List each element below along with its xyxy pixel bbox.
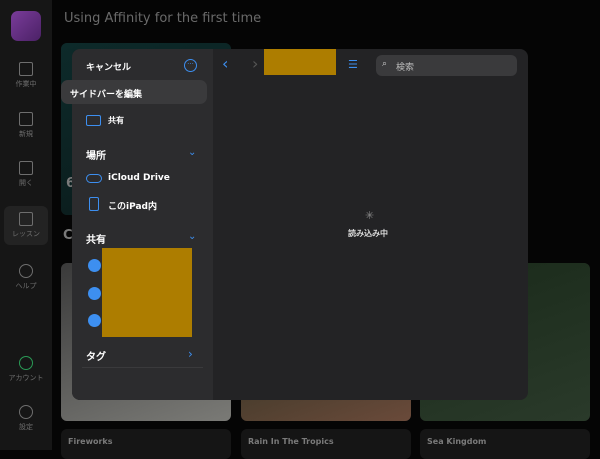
card-fireworks[interactable]: Fireworks (61, 429, 231, 459)
sidebar-item-shared[interactable]: 共有 (108, 115, 124, 126)
tags-header[interactable]: タグ (86, 348, 106, 363)
nav-help[interactable]: ヘルプ (0, 264, 52, 291)
new-document-icon (19, 112, 33, 126)
divider (82, 367, 203, 368)
app-sidebar: 作業中 新規 開く レッスン ヘルプ アカウント 設定 (0, 0, 52, 450)
page-title: Using Affinity for the first time (64, 11, 262, 26)
card-sea[interactable]: Sea Kingdom (420, 429, 590, 459)
nav-lessons[interactable]: レッスン (4, 206, 48, 245)
card-title: Sea Kingdom (427, 437, 487, 446)
chevron-right-icon[interactable]: › (188, 347, 193, 361)
book-icon (19, 212, 33, 226)
nav-label: アカウント (8, 374, 44, 382)
back-button[interactable]: ‹ (222, 54, 228, 73)
nav-label: 新規 (19, 130, 33, 138)
chevron-down-icon[interactable]: ⌄ (188, 231, 196, 242)
account-icon (19, 356, 33, 370)
redacted-shared-items (102, 248, 192, 337)
sidebar-item-icloud[interactable]: iCloud Drive (108, 173, 170, 183)
ipad-icon (89, 197, 99, 211)
nav-settings[interactable]: 設定 (0, 405, 52, 432)
folder-icon (19, 161, 33, 175)
nav-label: 作業中 (15, 80, 37, 88)
search-placeholder: 検索 (396, 63, 415, 73)
globe-icon (88, 259, 101, 272)
more-icon[interactable]: ··· (184, 59, 197, 72)
nav-label: レッスン (12, 230, 40, 238)
sidebar-item-ipad[interactable]: このiPad内 (108, 199, 157, 212)
globe-icon (88, 287, 101, 300)
shared-header[interactable]: 共有 (86, 231, 106, 246)
locations-header[interactable]: 場所 (86, 147, 106, 162)
nav-label: ヘルプ (15, 282, 37, 290)
help-icon (19, 264, 33, 278)
icloud-icon (86, 174, 102, 183)
forward-button[interactable]: › (252, 54, 258, 73)
chevron-down-icon[interactable]: ⌄ (188, 147, 196, 158)
document-edit-icon (19, 62, 33, 76)
gear-icon (19, 405, 33, 419)
list-view-icon[interactable]: ☰ (348, 58, 358, 71)
card-title: Fireworks (68, 437, 113, 446)
search-input[interactable]: ⌕ 検索 (376, 55, 517, 76)
nav-working[interactable]: 作業中 (0, 62, 52, 89)
nav-label: 開く (19, 179, 33, 187)
spinner-icon: ✳ (365, 209, 375, 222)
affinity-logo (11, 11, 41, 41)
globe-icon (88, 314, 101, 327)
edit-sidebar-menu-item[interactable]: サイドバーを編集 (61, 80, 207, 104)
cancel-button[interactable]: キャンセル (86, 60, 131, 73)
loading-text: 読み込み中 (348, 229, 388, 238)
search-icon: ⌕ (382, 59, 388, 69)
redacted-path (264, 49, 336, 75)
nav-new[interactable]: 新規 (0, 112, 52, 139)
nav-account[interactable]: アカウント (0, 356, 52, 383)
nav-open[interactable]: 開く (0, 161, 52, 188)
shared-folder-icon (86, 115, 101, 126)
card-rain[interactable]: Rain In The Tropics (241, 429, 411, 459)
card-title: Rain In The Tropics (248, 437, 334, 446)
nav-label: 設定 (19, 423, 33, 431)
